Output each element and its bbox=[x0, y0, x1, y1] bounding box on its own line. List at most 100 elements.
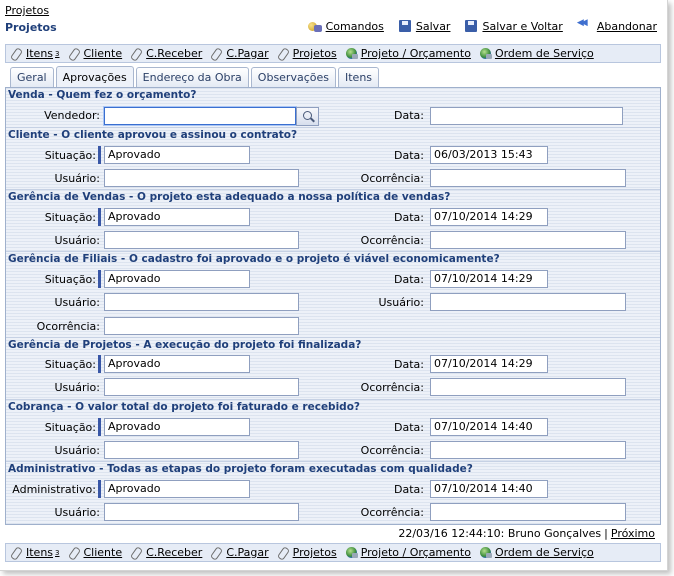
cliente-ocorrencia-field[interactable] bbox=[430, 169, 626, 187]
required-marker bbox=[98, 208, 101, 226]
cob-situacao-field[interactable]: Aprovado bbox=[104, 418, 250, 436]
globe-icon bbox=[479, 47, 493, 61]
link-cliente[interactable]: Cliente bbox=[68, 47, 123, 61]
adm-field[interactable]: Aprovado bbox=[104, 480, 250, 498]
tab-observacoes[interactable]: Observações bbox=[250, 67, 336, 87]
itens-count: 3 bbox=[55, 548, 60, 557]
paperclip-icon bbox=[210, 47, 224, 61]
cliente-data-field[interactable]: 06/03/2013 15:43 bbox=[430, 146, 548, 164]
paperclip-icon bbox=[277, 546, 291, 560]
comandos-label: Comandos bbox=[325, 19, 384, 33]
gp-ocorrencia-field[interactable] bbox=[430, 378, 626, 396]
adm-data-field[interactable]: 07/10/2014 14:40 bbox=[430, 480, 548, 498]
adm-ocorrencia-field[interactable] bbox=[430, 503, 626, 521]
adm-usuario-field[interactable] bbox=[104, 503, 299, 521]
tab-endereco-obra[interactable]: Endereço da Obra bbox=[135, 67, 249, 87]
required-marker bbox=[98, 355, 101, 373]
section-title-gerencia-vendas: Gerência de Vendas - O projeto esta adeq… bbox=[6, 189, 660, 204]
vendedor-input[interactable] bbox=[104, 107, 296, 125]
cob-ocorrencia-label: Ocorrência: bbox=[360, 444, 424, 457]
cliente-usuario-field[interactable] bbox=[104, 169, 299, 187]
gv-ocorrencia-label: Ocorrência: bbox=[360, 234, 424, 247]
link-cliente[interactable]: Cliente bbox=[68, 546, 123, 560]
link-ordem-servico[interactable]: Ordem de Serviço bbox=[479, 546, 594, 560]
section-title-venda: Venda - Quem fez o orçamento? bbox=[8, 89, 197, 101]
gp-data-field[interactable]: 07/10/2014 14:29 bbox=[430, 355, 548, 373]
abandon-label: Abandonar bbox=[596, 19, 657, 33]
link-itens[interactable]: Itens 3 bbox=[10, 47, 60, 61]
adm-usuario-label: Usuário: bbox=[54, 506, 100, 519]
tab-itens[interactable]: Itens bbox=[338, 67, 380, 87]
window-frame: Projetos Projetos Comandos Salvar Salvar… bbox=[0, 0, 668, 571]
save-label: Salvar bbox=[415, 19, 451, 33]
cliente-usuario-label: Usuário: bbox=[54, 172, 100, 185]
cob-data-field[interactable]: 07/10/2014 14:40 bbox=[430, 418, 548, 436]
gf-situacao-label: Situação: bbox=[44, 273, 96, 286]
link-projeto-orcamento[interactable]: Projeto / Orçamento bbox=[345, 546, 471, 560]
next-record-link[interactable]: Próximo bbox=[611, 527, 655, 540]
globe-icon bbox=[345, 47, 359, 61]
section-title-cliente: Cliente - O cliente aprovou e assinou o … bbox=[6, 127, 660, 142]
paperclip-icon bbox=[130, 546, 144, 560]
link-cpagar[interactable]: C.Pagar bbox=[210, 47, 268, 61]
gv-data-label: Data: bbox=[394, 211, 424, 224]
link-projetos-label: Projetos bbox=[292, 47, 337, 60]
link-creceber[interactable]: C.Receber bbox=[130, 546, 202, 560]
gf-ocorrencia-field[interactable] bbox=[104, 317, 299, 335]
gf-usuario-field[interactable] bbox=[104, 293, 299, 311]
gf-usuario-label: Usuário: bbox=[54, 296, 100, 309]
adm-label: Administrativo: bbox=[12, 483, 96, 496]
globe-icon bbox=[479, 546, 493, 560]
gp-situacao-field[interactable]: Aprovado bbox=[104, 355, 250, 373]
link-ordem-servico-label: Ordem de Serviço bbox=[494, 546, 594, 559]
gf-data-field[interactable]: 07/10/2014 14:29 bbox=[430, 270, 548, 288]
tab-aprovacoes[interactable]: Aprovações bbox=[55, 66, 134, 87]
section-title-cobranca: Cobrança - O valor total do projeto foi … bbox=[6, 399, 660, 414]
cob-ocorrencia-field[interactable] bbox=[430, 441, 626, 459]
gf-situacao-field[interactable]: Aprovado bbox=[104, 270, 250, 288]
tab-geral[interactable]: Geral bbox=[10, 67, 54, 87]
link-projetos-label: Projetos bbox=[292, 546, 337, 559]
link-creceber[interactable]: C.Receber bbox=[130, 47, 202, 61]
link-creceber-label: C.Receber bbox=[146, 546, 203, 559]
cliente-situacao-field[interactable]: Aprovado bbox=[104, 146, 250, 164]
venda-data-input[interactable] bbox=[430, 107, 623, 125]
gf-usuario2-field[interactable] bbox=[430, 293, 626, 311]
link-projetos[interactable]: Projetos bbox=[277, 546, 337, 560]
link-projeto-orcamento-label: Projeto / Orçamento bbox=[360, 47, 471, 60]
gv-usuario-field[interactable] bbox=[104, 231, 299, 249]
breadcrumb-projetos[interactable]: Projetos bbox=[5, 4, 49, 17]
save-button[interactable]: Salvar bbox=[398, 19, 451, 33]
gv-data-field[interactable]: 07/10/2014 14:29 bbox=[430, 208, 548, 226]
cliente-data-label: Data: bbox=[394, 149, 424, 162]
link-cpagar[interactable]: C.Pagar bbox=[210, 546, 268, 560]
gv-usuario-label: Usuário: bbox=[54, 234, 100, 247]
link-projeto-orcamento[interactable]: Projeto / Orçamento bbox=[345, 47, 471, 61]
paperclip-icon bbox=[10, 47, 24, 61]
gv-ocorrencia-field[interactable] bbox=[430, 231, 626, 249]
gp-usuario-field[interactable] bbox=[104, 378, 299, 396]
approvals-panel: Venda - Quem fez o orçamento? Vendedor: … bbox=[5, 87, 661, 525]
save-and-back-button[interactable]: Salvar e Voltar bbox=[464, 19, 563, 33]
gv-situacao-field[interactable]: Aprovado bbox=[104, 208, 250, 226]
link-ordem-servico[interactable]: Ordem de Serviço bbox=[479, 47, 594, 61]
paperclip-icon bbox=[68, 47, 82, 61]
footer-separator: | bbox=[604, 527, 608, 540]
vendedor-label: Vendedor: bbox=[44, 109, 100, 122]
link-cpagar-label: C.Pagar bbox=[226, 47, 269, 60]
search-button[interactable] bbox=[296, 107, 319, 126]
link-itens-label: Itens bbox=[26, 546, 54, 559]
save-icon bbox=[398, 19, 412, 33]
adm-ocorrencia-label: Ocorrência: bbox=[360, 506, 424, 519]
link-cliente-label: Cliente bbox=[83, 546, 123, 559]
link-projetos[interactable]: Projetos bbox=[277, 47, 337, 61]
cob-usuario-field[interactable] bbox=[104, 441, 299, 459]
link-itens[interactable]: Itens 3 bbox=[10, 546, 60, 560]
paperclip-icon bbox=[130, 47, 144, 61]
paperclip-icon bbox=[210, 546, 224, 560]
cob-situacao-label: Situação: bbox=[44, 421, 96, 434]
cob-data-label: Data: bbox=[394, 421, 424, 434]
comandos-button[interactable]: Comandos bbox=[307, 19, 384, 33]
abandon-button[interactable]: Abandonar bbox=[577, 18, 657, 33]
last-modified-info: 22/03/16 12:44:10: Bruno Gonçalves bbox=[398, 527, 602, 540]
